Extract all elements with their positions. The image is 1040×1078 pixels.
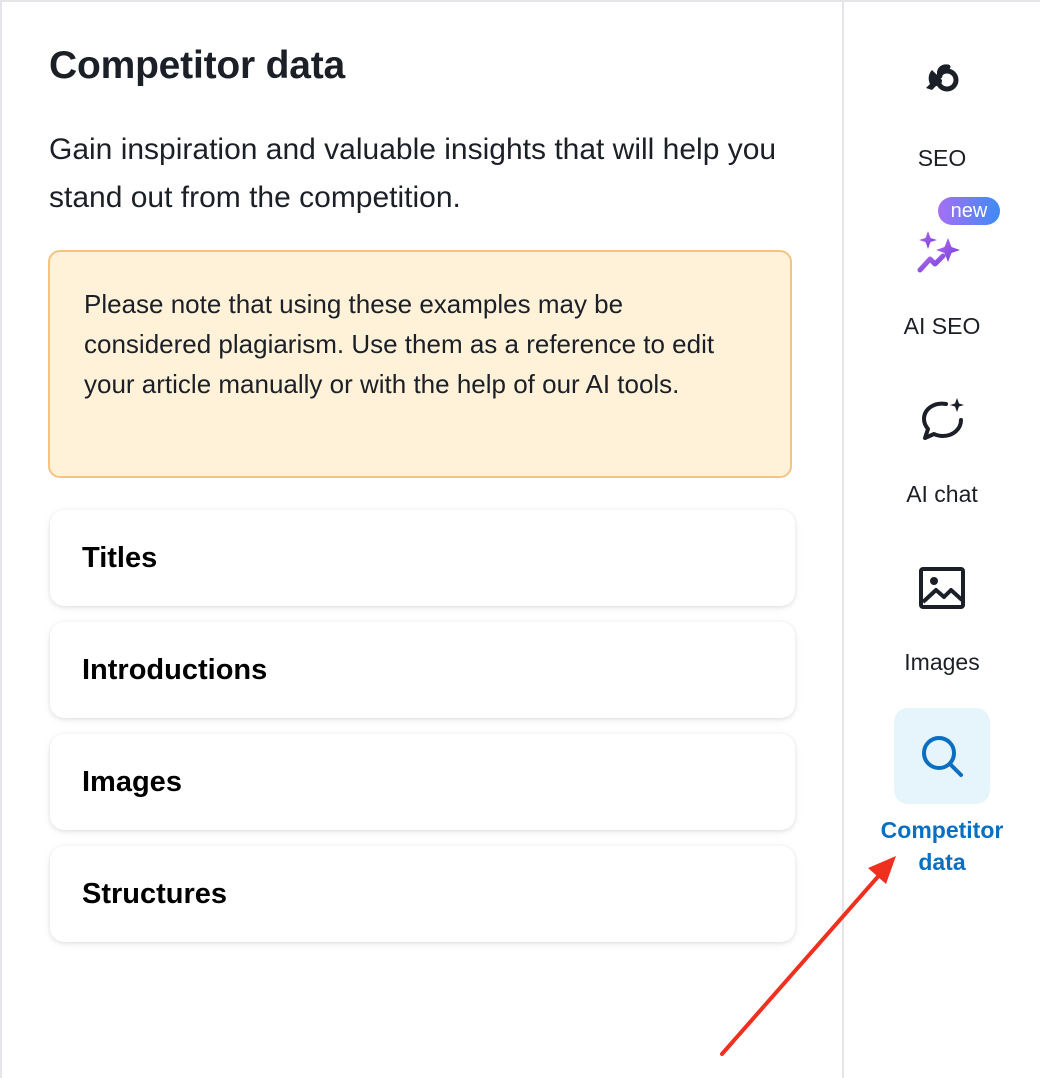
sidebar-label-images: Images — [904, 649, 980, 675]
sidebar-label-competitor-data: Competitor data — [880, 817, 1004, 875]
sidebar-item-ai-chat[interactable]: AI chat — [878, 372, 1006, 510]
plagiarism-note-text: Please note that using these examples ma… — [84, 289, 715, 399]
search-icon — [894, 708, 990, 804]
section-structures[interactable]: Structures — [50, 846, 795, 942]
section-images[interactable]: Images — [50, 734, 795, 830]
ai-sparkles-icon — [894, 204, 990, 300]
section-images-label: Images — [82, 765, 182, 798]
sidebar-item-seo[interactable]: SEO — [878, 32, 1006, 174]
chat-bubble-sparkle-icon — [894, 372, 990, 468]
sidebar-label-ai-chat: AI chat — [906, 481, 978, 507]
panel-description: Gain inspiration and valuable insights t… — [49, 133, 777, 214]
sidebar-item-competitor-data[interactable]: Competitor data — [878, 708, 1006, 878]
section-introductions[interactable]: Introductions — [50, 622, 795, 718]
section-structures-label: Structures — [82, 877, 228, 910]
sidebar-item-images[interactable]: Images — [878, 540, 1006, 678]
sidebar-label-ai-seo: AI SEO — [903, 313, 981, 339]
section-titles[interactable]: Titles — [50, 510, 795, 606]
sidebar-label-seo: SEO — [917, 145, 967, 171]
competitor-data-panel: Competitor data Gain inspiration and val… — [2, 2, 842, 1078]
sidebar-divider — [842, 2, 844, 1078]
plagiarism-note: Please note that using these examples ma… — [48, 250, 792, 478]
panel-title: Competitor data — [49, 44, 346, 87]
section-introductions-label: Introductions — [82, 653, 268, 686]
sidebar-item-ai-seo[interactable]: AI SEO — [878, 204, 1006, 342]
section-titles-label: Titles — [82, 541, 158, 574]
seo-icon — [894, 32, 990, 128]
image-icon — [894, 540, 990, 636]
